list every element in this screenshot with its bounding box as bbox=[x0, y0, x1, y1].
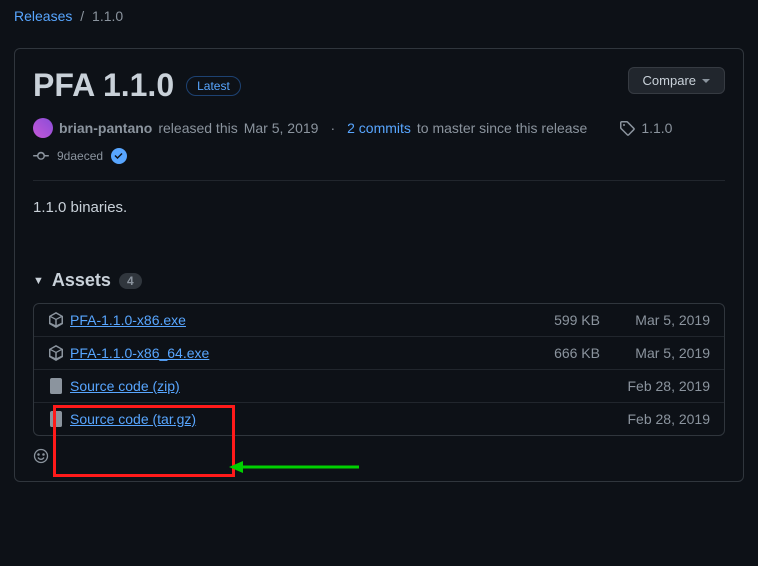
tag-name[interactable]: 1.1.0 bbox=[641, 120, 672, 136]
package-icon bbox=[48, 312, 64, 328]
meta-separator: · bbox=[330, 120, 335, 136]
asset-row[interactable]: PFA-1.1.0-x86_64.exe 666 KB Mar 5, 2019 bbox=[34, 336, 724, 369]
emoji-react-button[interactable] bbox=[33, 448, 49, 464]
tag-icon bbox=[619, 120, 635, 136]
commit-meta: 9daeced bbox=[33, 148, 725, 164]
asset-row[interactable]: PFA-1.1.0-x86.exe 599 KB Mar 5, 2019 bbox=[34, 304, 724, 336]
asset-date: Feb 28, 2019 bbox=[600, 378, 710, 394]
verified-icon[interactable] bbox=[111, 148, 127, 164]
release-date: Mar 5, 2019 bbox=[244, 120, 319, 136]
release-meta: brian-pantano released this Mar 5, 2019 … bbox=[33, 118, 725, 138]
annotation-arrow bbox=[229, 460, 359, 474]
asset-row[interactable]: Source code (tar.gz) Feb 28, 2019 bbox=[34, 402, 724, 435]
asset-name[interactable]: Source code (zip) bbox=[70, 378, 516, 394]
chevron-down-icon: ▼ bbox=[33, 275, 44, 287]
breadcrumb: Releases / 1.1.0 bbox=[0, 0, 758, 34]
asset-row[interactable]: Source code (zip) Feb 28, 2019 bbox=[34, 369, 724, 402]
zip-icon bbox=[48, 378, 64, 394]
commits-link[interactable]: 2 commits bbox=[347, 120, 411, 136]
assets-header[interactable]: ▼ Assets 4 bbox=[33, 270, 725, 291]
assets-count-badge: 4 bbox=[119, 273, 142, 289]
author-link[interactable]: brian-pantano bbox=[59, 120, 152, 136]
release-panel: PFA 1.1.0 Latest Compare brian-pantano r… bbox=[14, 48, 744, 482]
assets-title: Assets bbox=[52, 270, 111, 291]
release-title: PFA 1.1.0 bbox=[33, 67, 174, 104]
asset-date: Mar 5, 2019 bbox=[600, 312, 710, 328]
divider bbox=[33, 180, 725, 181]
asset-name[interactable]: PFA-1.1.0-x86.exe bbox=[70, 312, 516, 328]
breadcrumb-current: 1.1.0 bbox=[92, 8, 123, 24]
asset-size: 666 KB bbox=[516, 345, 600, 361]
compare-label: Compare bbox=[643, 73, 696, 88]
assets-list: PFA-1.1.0-x86.exe 599 KB Mar 5, 2019 PFA… bbox=[33, 303, 725, 436]
release-body: 1.1.0 binaries. bbox=[33, 199, 725, 216]
breadcrumb-separator: / bbox=[80, 8, 84, 24]
compare-button[interactable]: Compare bbox=[628, 67, 725, 94]
package-icon bbox=[48, 345, 64, 361]
commits-suffix: to master since this release bbox=[417, 120, 587, 136]
commit-icon bbox=[33, 148, 49, 164]
avatar[interactable] bbox=[33, 118, 53, 138]
commit-sha[interactable]: 9daeced bbox=[57, 149, 103, 163]
breadcrumb-releases-link[interactable]: Releases bbox=[14, 8, 72, 24]
released-text: released this bbox=[158, 120, 237, 136]
chevron-down-icon bbox=[702, 79, 710, 83]
asset-date: Mar 5, 2019 bbox=[600, 345, 710, 361]
asset-name[interactable]: PFA-1.1.0-x86_64.exe bbox=[70, 345, 516, 361]
asset-date: Feb 28, 2019 bbox=[600, 411, 710, 427]
zip-icon bbox=[48, 411, 64, 427]
asset-name[interactable]: Source code (tar.gz) bbox=[70, 411, 516, 427]
latest-badge: Latest bbox=[186, 76, 241, 96]
asset-size: 599 KB bbox=[516, 312, 600, 328]
